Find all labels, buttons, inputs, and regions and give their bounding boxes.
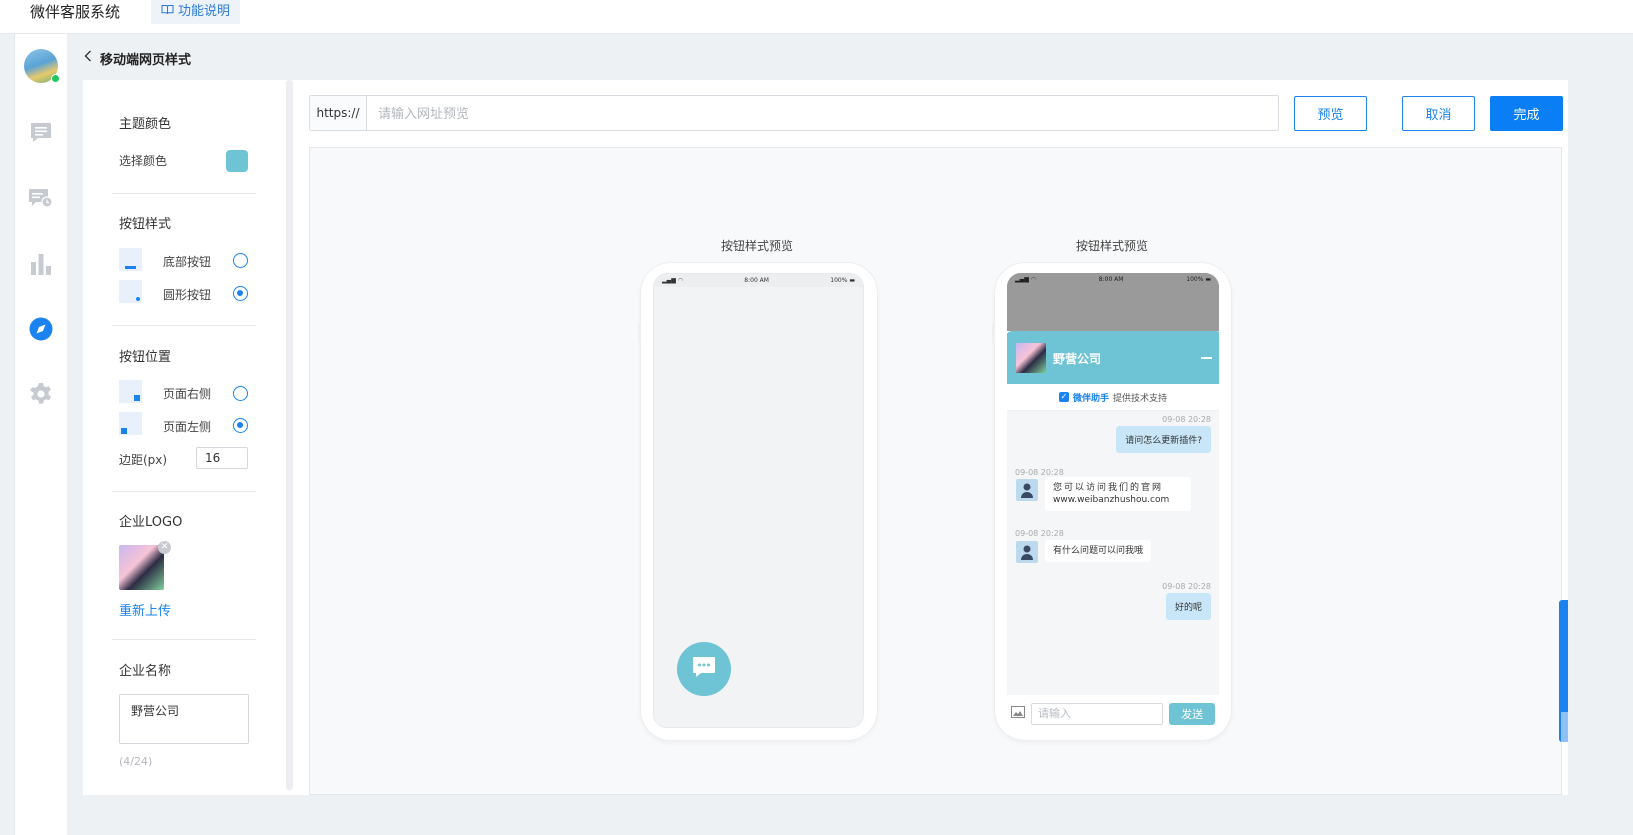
url-input[interactable] xyxy=(367,96,1278,130)
company-name-count: (4/24) xyxy=(119,755,153,768)
phone-screen: ▂▄▆ ◠ 8:00 AM 100% ▬ xyxy=(653,273,864,728)
company-logo-image xyxy=(119,545,164,590)
settings-panel: 主题颜色 选择颜色 按钮样式 底部按钮 圆形按钮 按钮位置 页面右侧 页面左侧 … xyxy=(83,80,288,795)
status-bar: ▂▄▆ ◠ 8:00 AM 100% ▬ xyxy=(1007,273,1219,286)
page-left-thumb xyxy=(119,412,142,435)
status-bar: ▂▄▆ ◠ 8:00 AM 100% ▬ xyxy=(654,274,863,287)
page-right-radio[interactable] xyxy=(233,386,248,401)
status-battery: 100% ▬ xyxy=(830,277,855,284)
back-button[interactable]: 移动端网页样式 xyxy=(84,48,191,68)
phone-preview-left: ▂▄▆ ◠ 8:00 AM 100% ▬ xyxy=(638,263,877,740)
app-title: 微伴客服系统 xyxy=(30,3,121,21)
button-style-title: 按钮样式 xyxy=(119,217,172,232)
chat-message-input[interactable]: 请输入 xyxy=(1031,703,1164,725)
circle-button-radio[interactable] xyxy=(233,286,248,301)
cancel-button[interactable]: 取消 xyxy=(1402,96,1475,131)
url-bar: https:// xyxy=(309,95,1279,131)
page-right-thumb xyxy=(119,380,142,403)
signal-icon: ▂▄▆ ◠ xyxy=(1015,276,1036,283)
agent-avatar xyxy=(1016,479,1038,501)
bottom-button-radio[interactable] xyxy=(233,253,248,268)
page-title: 移动端网页样式 xyxy=(100,52,192,68)
divider xyxy=(112,193,256,194)
agent-message-link: www.weibanzhushou.com xyxy=(1053,495,1170,505)
logo-title: 企业LOGO xyxy=(119,515,183,530)
bottom-button-label: 底部按钮 xyxy=(163,255,212,269)
chat-input-row: 请输入 发送 xyxy=(1007,695,1219,733)
chat-bubble-icon xyxy=(691,655,717,683)
message-time: 09-08 20:28 xyxy=(1015,468,1064,477)
settings-gear-icon[interactable] xyxy=(27,380,55,408)
margin-input[interactable]: 16 xyxy=(196,447,248,469)
check-icon: ✓ xyxy=(1058,392,1069,402)
user-message: 请问怎么更新插件? xyxy=(1116,426,1211,453)
right-preview-label: 按钮样式预览 xyxy=(1076,239,1149,253)
chat-fab-button[interactable] xyxy=(677,642,731,696)
bottom-button-thumb xyxy=(119,248,142,271)
color-picker-swatch[interactable] xyxy=(226,150,248,172)
pick-color-label: 选择颜色 xyxy=(119,154,168,168)
preview-area: 按钮样式预览 按钮样式预览 ▂▄▆ ◠ 8:00 AM 100% ▬ ▂▄▆ ◠… xyxy=(309,147,1562,795)
margin-label: 边距(px) xyxy=(119,453,168,467)
done-button[interactable]: 完成 xyxy=(1490,96,1563,131)
agent-message: 有什么问题可以问我哦 xyxy=(1045,540,1152,562)
preview-button[interactable]: 预览 xyxy=(1294,96,1367,131)
divider xyxy=(112,491,256,492)
support-brand: 微伴助手 xyxy=(1072,393,1109,404)
divider xyxy=(112,325,256,326)
edge-tab-highlight xyxy=(1561,712,1568,742)
reupload-link[interactable]: 重新上传 xyxy=(119,600,171,619)
phone-preview-right: ▂▄▆ ◠ 8:00 AM 100% ▬ 野营公司 ✓ 微伴助手 提供技术支持 xyxy=(992,263,1231,740)
chat-header: 野营公司 xyxy=(1007,331,1219,384)
main-panel: 主题颜色 选择颜色 按钮样式 底部按钮 圆形按钮 按钮位置 页面右侧 页面左侧 … xyxy=(83,80,1568,795)
circle-button-label: 圆形按钮 xyxy=(163,288,212,302)
chat-company-logo xyxy=(1016,343,1046,373)
page-right-label: 页面右侧 xyxy=(163,387,212,401)
chat-icon[interactable] xyxy=(27,119,55,147)
divider xyxy=(112,639,256,640)
url-prefix: https:// xyxy=(310,96,367,130)
company-name-title: 企业名称 xyxy=(119,664,172,679)
dimmed-page: ▂▄▆ ◠ 8:00 AM 100% ▬ xyxy=(1007,273,1219,331)
user-message: 好的呢 xyxy=(1165,593,1211,620)
top-bar: 微伴客服系统 功能说明 xyxy=(0,0,1633,34)
support-banner: ✓ 微伴助手 提供技术支持 xyxy=(1007,384,1219,411)
message-time: 09-08 20:28 xyxy=(1015,529,1064,538)
image-upload-icon[interactable] xyxy=(1011,706,1025,722)
agent-avatar xyxy=(1016,541,1038,563)
avatar[interactable] xyxy=(24,49,60,83)
page-left-radio[interactable] xyxy=(233,418,248,433)
online-status-dot xyxy=(51,74,60,83)
chevron-left-icon xyxy=(84,50,92,66)
theme-color-title: 主题颜色 xyxy=(119,117,172,132)
status-time: 8:00 AM xyxy=(1098,276,1124,283)
send-button[interactable]: 发送 xyxy=(1169,703,1215,725)
agent-message-line: 您可以访问我们的官网 xyxy=(1053,483,1164,493)
agent-message: 您可以访问我们的官网 www.weibanzhushou.com xyxy=(1045,477,1191,511)
message-time: 09-08 20:28 xyxy=(1162,415,1211,424)
sidebar xyxy=(14,34,67,835)
page-left-label: 页面左侧 xyxy=(163,420,212,434)
status-time: 8:00 AM xyxy=(744,277,769,284)
remove-logo-icon[interactable]: ✕ xyxy=(158,541,171,554)
button-position-title: 按钮位置 xyxy=(119,350,172,365)
status-battery: 100% ▬ xyxy=(1186,276,1211,283)
message-time: 09-08 20:28 xyxy=(1162,582,1211,591)
minimize-icon[interactable] xyxy=(1201,357,1212,359)
chat-company-name: 野营公司 xyxy=(1053,352,1102,366)
circle-button-thumb xyxy=(119,280,142,303)
statistics-icon[interactable] xyxy=(27,250,55,278)
signal-icon: ▂▄▆ ◠ xyxy=(662,277,683,284)
phone-screen-chat: ▂▄▆ ◠ 8:00 AM 100% ▬ 野营公司 ✓ 微伴助手 提供技术支持 xyxy=(1007,273,1219,733)
book-icon xyxy=(161,1,174,23)
message-list: 09-08 20:28 请问怎么更新插件? 09-08 20:28 您可以访问我… xyxy=(1007,411,1219,695)
left-preview-label: 按钮样式预览 xyxy=(721,239,794,253)
help-label: 功能说明 xyxy=(178,4,231,19)
compass-icon[interactable] xyxy=(27,315,55,343)
chat-history-icon[interactable] xyxy=(27,184,55,212)
company-name-input[interactable]: 野营公司 xyxy=(119,694,249,744)
settings-scrollbar[interactable] xyxy=(286,80,293,790)
help-tab[interactable]: 功能说明 xyxy=(151,0,241,24)
support-text: 提供技术支持 xyxy=(1113,393,1168,404)
